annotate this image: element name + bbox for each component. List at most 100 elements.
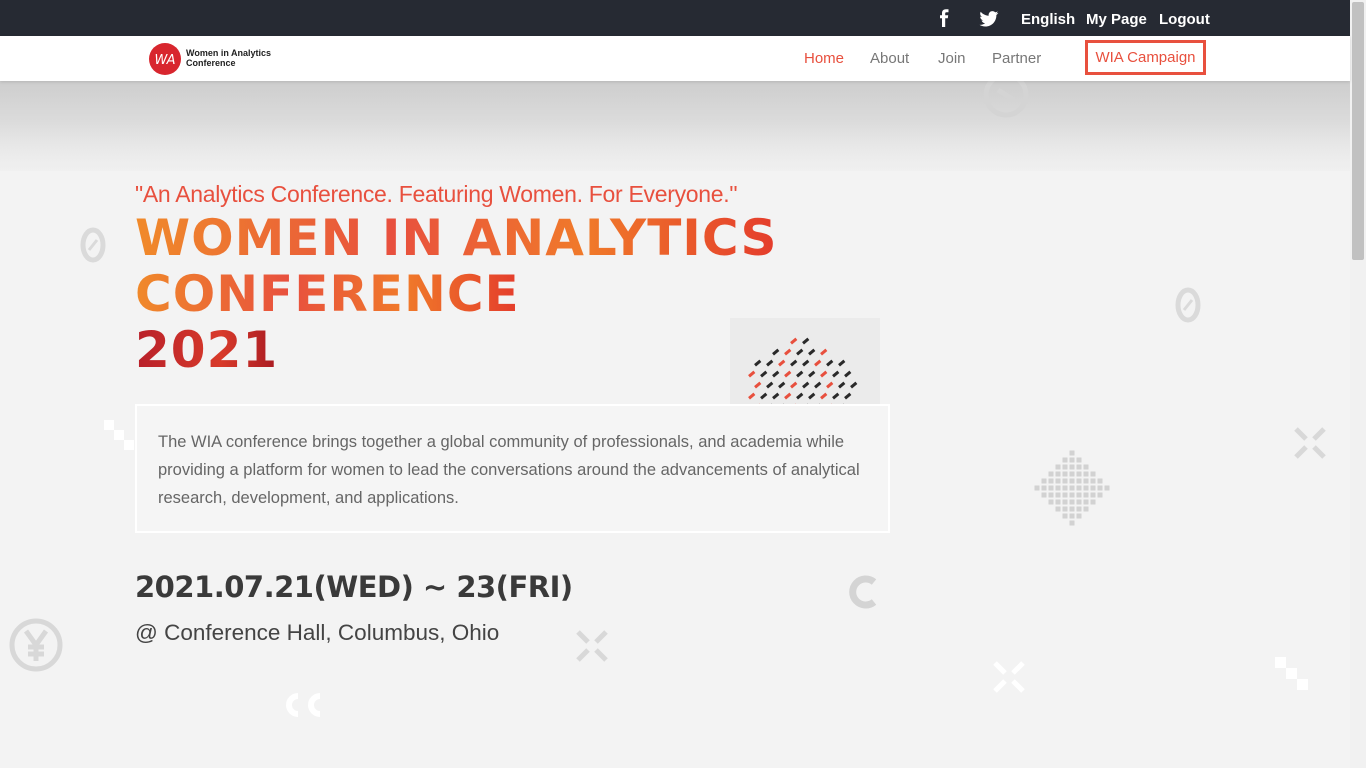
diamond-dot: [1104, 485, 1110, 491]
cc-deco-icon: [286, 693, 321, 717]
dotted-circle-dash: [820, 348, 828, 356]
diamond-dot: [1097, 485, 1103, 491]
diamond-dot: [1090, 492, 1096, 498]
wia-logo-icon: WA: [149, 43, 181, 75]
dotted-circle-dash: [796, 392, 804, 400]
dotted-circle-dash: [832, 392, 840, 400]
diamond-dot: [1083, 464, 1089, 470]
dotted-circle-dash: [790, 359, 798, 367]
diamond-dot: [1083, 499, 1089, 505]
nav-about[interactable]: About: [870, 49, 909, 69]
wia-campaign-button[interactable]: WIA Campaign: [1085, 40, 1206, 75]
logout-link[interactable]: Logout: [1159, 10, 1210, 30]
dotted-circle-dash: [784, 370, 792, 378]
diamond-dot: [1090, 478, 1096, 484]
diamond-dot: [1062, 464, 1068, 470]
diamond-dot: [1034, 485, 1040, 491]
diamond-dot: [1069, 471, 1075, 477]
site-logo[interactable]: WA Women in Analytics Conference: [148, 42, 288, 76]
diamond-dot: [1076, 506, 1082, 512]
nav-partner[interactable]: Partner: [992, 49, 1041, 69]
dotted-circle-dash: [802, 381, 810, 389]
page-scrollbar[interactable]: [1350, 0, 1366, 768]
diamond-dot: [1069, 450, 1075, 456]
diamond-dot: [1048, 471, 1054, 477]
top-utility-bar: English My Page Logout: [0, 0, 1350, 36]
language-selector[interactable]: English: [1021, 10, 1075, 30]
dotted-circle-dash: [808, 392, 816, 400]
main-navbar: WA Women in Analytics Conference Home Ab…: [0, 36, 1350, 81]
dotted-circle-dash: [754, 359, 762, 367]
dotted-circle-dash: [766, 381, 774, 389]
dotted-circle-dash: [814, 381, 822, 389]
logo-initials: WA: [154, 53, 175, 68]
scrollbar-thumb[interactable]: [1352, 2, 1364, 260]
dotted-circle-dash: [844, 370, 852, 378]
cross-deco-icon: [1294, 427, 1326, 459]
diamond-dot: [1055, 464, 1061, 470]
dotted-circle-dash: [826, 381, 834, 389]
dotted-circle-dash: [784, 392, 792, 400]
dotted-circle-dash: [838, 381, 846, 389]
dotted-circle-dash: [850, 381, 858, 389]
diamond-dot: [1048, 499, 1054, 505]
cross-deco-icon-3: [993, 661, 1025, 693]
facebook-icon[interactable]: [936, 9, 952, 27]
cross-deco-icon-2: [576, 630, 608, 662]
my-page-link[interactable]: My Page: [1086, 10, 1147, 30]
diamond-dot: [1055, 485, 1061, 491]
diamond-dot: [1048, 478, 1054, 484]
dotted-circle-dash: [802, 337, 810, 345]
dotted-circle-dash: [790, 337, 798, 345]
hero-title-line-2: CONFERENCE: [135, 265, 520, 323]
diamond-dot: [1069, 499, 1075, 505]
dotted-circle-dash: [748, 392, 756, 400]
hero-title-year: 2021: [135, 321, 279, 379]
diamond-dot: [1076, 464, 1082, 470]
diamond-dot: [1048, 492, 1054, 498]
dotted-circle-dash: [796, 348, 804, 356]
diamond-dot: [1062, 492, 1068, 498]
diamond-dot: [1041, 485, 1047, 491]
dotted-circle-dash: [820, 392, 828, 400]
diamond-dot: [1090, 471, 1096, 477]
diamond-dot: [1055, 471, 1061, 477]
diamond-dot: [1083, 492, 1089, 498]
diamond-dot: [1041, 492, 1047, 498]
nav-home[interactable]: Home: [804, 49, 844, 69]
diamond-dot: [1076, 471, 1082, 477]
diamond-dot: [1076, 492, 1082, 498]
logo-line-1: Women in Analytics: [186, 48, 272, 58]
diamond-dot: [1069, 506, 1075, 512]
dotted-circle-dash: [802, 359, 810, 367]
dotted-circle-dash: [814, 359, 822, 367]
diamond-dot: [1062, 513, 1068, 519]
diamond-dot: [1041, 478, 1047, 484]
description-box: The WIA conference brings together a glo…: [135, 404, 890, 533]
diamond-dot: [1062, 506, 1068, 512]
diamond-dot: [1090, 499, 1096, 505]
diamond-dot: [1055, 506, 1061, 512]
diamond-dot: [1076, 478, 1082, 484]
dotted-circle-dash: [748, 370, 756, 378]
diamond-dot: [1069, 492, 1075, 498]
diamond-dot: [1076, 485, 1082, 491]
diamond-dot: [1097, 478, 1103, 484]
diamond-dot: [1062, 478, 1068, 484]
diamond-dot: [1062, 499, 1068, 505]
dotted-circle-dash: [760, 392, 768, 400]
diamond-dot: [1076, 457, 1082, 463]
diamond-dot: [1083, 478, 1089, 484]
dotted-circle-dash: [832, 370, 840, 378]
diamond-dot: [1097, 492, 1103, 498]
nav-join[interactable]: Join: [938, 49, 966, 69]
dotted-circle-dash: [778, 359, 786, 367]
conference-venue: @ Conference Hall, Columbus, Ohio: [135, 620, 500, 645]
diamond-dot: [1069, 478, 1075, 484]
zero-deco-icon-2: [1175, 287, 1201, 323]
dotted-circle-dash: [772, 392, 780, 400]
twitter-icon[interactable]: [979, 11, 999, 27]
diamond-dot: [1062, 457, 1068, 463]
diamond-dot: [1083, 506, 1089, 512]
diamond-dot: [1069, 485, 1075, 491]
